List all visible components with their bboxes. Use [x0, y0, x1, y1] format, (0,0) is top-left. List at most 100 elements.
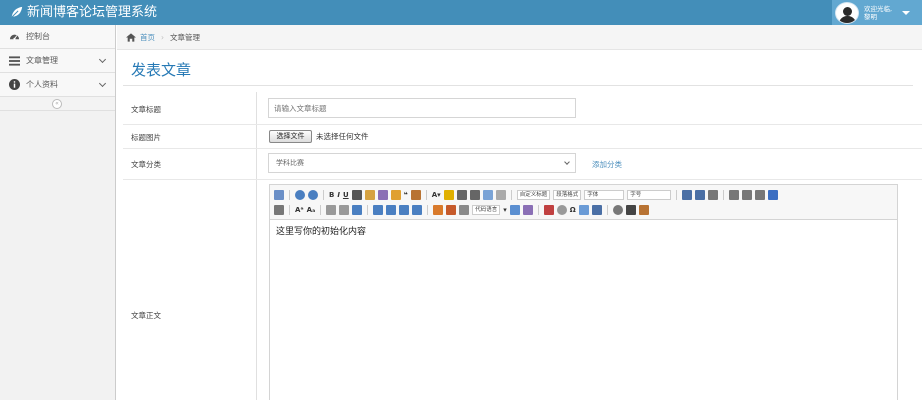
unordered-list-icon[interactable] — [469, 190, 480, 200]
align-right-icon[interactable] — [755, 190, 766, 200]
avatar — [835, 1, 859, 24]
list-icon — [8, 55, 20, 67]
custom-title-dropdown[interactable]: 自定义标题 — [516, 190, 551, 200]
collapse-sidebar-button[interactable]: « — [52, 99, 62, 109]
insert-video-icon[interactable] — [459, 205, 470, 215]
user-menu[interactable]: 欢迎光临, 黎明 — [832, 0, 922, 25]
bold-icon[interactable]: B — [329, 191, 334, 199]
time-icon[interactable] — [556, 205, 567, 215]
add-category-link[interactable]: 添加分类 — [592, 159, 622, 170]
link-icon[interactable] — [326, 205, 337, 215]
title-input[interactable] — [268, 98, 576, 118]
emotion-icon[interactable] — [522, 205, 533, 215]
pen-icon[interactable] — [364, 190, 375, 200]
insert-table-icon[interactable] — [509, 205, 520, 215]
breadcrumb: 首页 › 文章管理 — [117, 25, 922, 50]
category-label: 文章分类 — [131, 160, 161, 169]
toggle-case-icon[interactable] — [274, 205, 284, 215]
format-brush-icon[interactable] — [377, 190, 388, 200]
ltr-icon[interactable] — [682, 190, 693, 200]
divider — [123, 85, 913, 86]
preview-icon[interactable] — [612, 205, 623, 215]
undo-icon[interactable] — [295, 190, 305, 200]
sidebar-item-profile[interactable]: 个人资料 — [0, 73, 115, 97]
underline-icon[interactable]: U — [343, 191, 349, 199]
breadcrumb-current: 文章管理 — [170, 32, 200, 42]
breadcrumb-home-link[interactable]: 首页 — [140, 32, 155, 43]
page-title: 发表文章 — [131, 61, 192, 79]
clear-format-icon[interactable] — [410, 190, 421, 200]
align-justify-icon[interactable] — [768, 190, 779, 200]
divider — [123, 179, 922, 180]
special-char-icon[interactable]: Ω — [570, 206, 576, 214]
draft-icon[interactable] — [638, 205, 649, 215]
lowercase-icon[interactable]: Aₐ — [307, 206, 316, 214]
rtl-icon[interactable] — [695, 190, 706, 200]
category-select[interactable]: 学科比赛 — [268, 153, 576, 173]
align-left-icon[interactable] — [729, 190, 740, 200]
code-language-dropdown[interactable]: 代码语言 — [472, 205, 501, 215]
map-icon[interactable] — [578, 205, 589, 215]
auto-format-icon[interactable] — [390, 190, 401, 200]
app-title: 新闻博客论坛管理系统 — [27, 5, 158, 20]
search-replace-icon[interactable] — [625, 205, 636, 215]
category-selected-value: 学科比赛 — [276, 159, 304, 167]
font-color-icon[interactable]: A▾ — [432, 191, 441, 199]
redo-icon[interactable] — [308, 190, 318, 200]
indent-icon[interactable] — [708, 190, 719, 200]
welcome-text: 欢迎光临, 黎明 — [864, 4, 893, 21]
image-center-icon[interactable] — [412, 205, 423, 215]
font-size-dropdown[interactable]: 字号 — [627, 190, 672, 200]
insert-image-icon[interactable] — [433, 205, 444, 215]
choose-file-button[interactable]: 选择文件 — [269, 130, 312, 143]
template-icon[interactable] — [591, 205, 602, 215]
image-left-icon[interactable] — [386, 205, 397, 215]
dropdown-arrow-icon[interactable]: ▾ — [503, 206, 507, 214]
sidebar-item-articles[interactable]: 文章管理 — [0, 49, 115, 73]
dashboard-icon — [8, 31, 20, 43]
image-right-icon[interactable] — [399, 205, 410, 215]
file-status: 未选择任何文件 — [316, 132, 369, 141]
italic-icon[interactable]: I — [337, 191, 340, 199]
anchor-icon[interactable] — [352, 205, 363, 215]
divider — [123, 124, 922, 125]
font-family-dropdown[interactable]: 字体 — [584, 190, 625, 200]
caret-down-icon — [902, 10, 911, 15]
image-label: 标题图片 — [131, 133, 161, 142]
select-all-icon[interactable] — [482, 190, 493, 200]
editor-toolbar: B I U ❝ A▾ 自定义标题 段落格式 字体 字号 Aᵃ Aₐ 代码语言 ▾… — [270, 185, 897, 220]
sidebar-item-label: 个人资料 — [26, 80, 58, 89]
top-navbar: 新闻博客论坛管理系统 欢迎光临, 黎明 — [0, 0, 922, 25]
breadcrumb-separator: › — [161, 32, 164, 42]
chevron-down-icon — [564, 159, 570, 165]
sidebar-item-dashboard[interactable]: 控制台 — [0, 25, 115, 49]
sidebar: 控制台 文章管理 个人资料 « — [0, 25, 116, 400]
rich-text-editor: B I U ❝ A▾ 自定义标题 段落格式 字体 字号 Aᵃ Aₐ 代码语言 ▾… — [269, 184, 898, 400]
ordered-list-icon[interactable] — [456, 190, 467, 200]
uppercase-icon[interactable]: Aᵃ — [295, 206, 304, 214]
brand[interactable]: 新闻博客论坛管理系统 — [10, 4, 157, 21]
home-icon — [126, 32, 136, 42]
source-icon[interactable] — [274, 190, 284, 200]
date-icon[interactable] — [543, 205, 554, 215]
unlink-icon[interactable] — [339, 205, 350, 215]
multi-image-icon[interactable] — [446, 205, 457, 215]
chevron-down-icon — [98, 55, 107, 64]
sidebar-collapse-bar: « — [0, 97, 115, 111]
strikethrough-icon[interactable] — [351, 190, 362, 200]
paragraph-format-dropdown[interactable]: 段落格式 — [553, 190, 582, 200]
divider — [123, 148, 922, 149]
sidebar-item-label: 控制台 — [26, 32, 50, 41]
info-icon — [8, 79, 20, 91]
editor-content[interactable]: 这里写你的初始化内容 — [270, 220, 897, 241]
clear-doc-icon[interactable] — [495, 190, 506, 200]
blockquote-icon[interactable]: ❝ — [404, 191, 408, 199]
form-column-divider — [256, 92, 257, 400]
title-label: 文章标题 — [131, 105, 161, 114]
sidebar-item-label: 文章管理 — [26, 56, 58, 65]
leaf-icon — [11, 6, 23, 18]
align-center-icon[interactable] — [742, 190, 753, 200]
image-none-icon[interactable] — [373, 205, 384, 215]
chevron-down-icon — [98, 79, 107, 88]
highlight-icon[interactable] — [443, 190, 454, 200]
